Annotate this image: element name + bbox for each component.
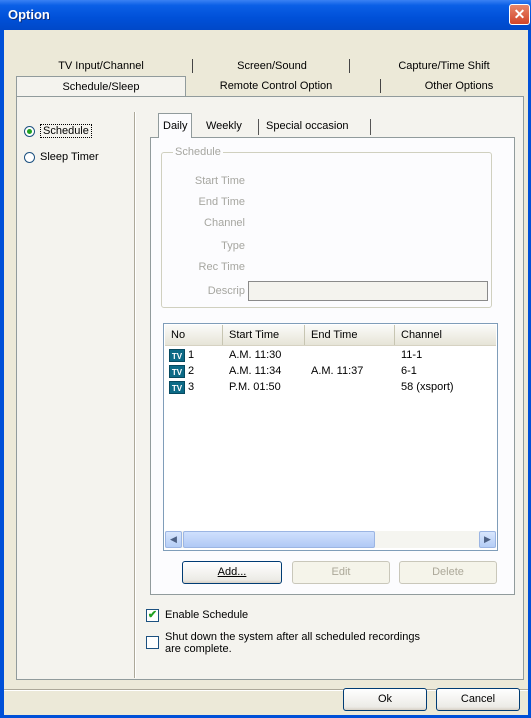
enable-schedule-label: Enable Schedule — [165, 609, 249, 621]
schedule-list[interactable]: No Start Time End Time Channel TV 1 A.M. … — [163, 323, 498, 551]
description-input[interactable] — [248, 281, 488, 301]
row-channel: 11-1 — [401, 349, 423, 361]
column-header-end-time[interactable]: End Time — [305, 325, 395, 345]
radio-selected-icon — [24, 125, 35, 137]
scrollbar-thumb[interactable] — [183, 531, 375, 548]
arrow-right-icon: ▶ — [484, 534, 491, 544]
start-time-label: Start Time — [194, 175, 245, 187]
horizontal-scrollbar[interactable]: ◀ ▶ — [165, 531, 496, 548]
checkbox-empty-icon — [146, 636, 159, 649]
delete-button[interactable]: Delete — [399, 561, 497, 584]
tab-special-occasion[interactable]: Special occasion — [262, 115, 353, 137]
vertical-divider — [134, 112, 136, 678]
shutdown-label: Shut down the system after all scheduled… — [165, 631, 420, 655]
window-title: Option — [8, 7, 50, 22]
row-no: 3 — [188, 381, 195, 393]
tab-other-options[interactable]: Other Options — [394, 76, 524, 96]
radio-unselected-icon — [24, 151, 35, 163]
type-label: Type — [221, 240, 245, 252]
list-item[interactable]: TV 3 P.M. 01:50 58 (xsport) — [165, 379, 496, 395]
close-button[interactable]: ✕ — [509, 4, 530, 25]
tv-icon: TV — [169, 380, 185, 394]
row-start-time: A.M. 11:30 — [229, 349, 282, 361]
row-start-time: P.M. 01:50 — [229, 381, 281, 393]
add-button[interactable]: Add... — [182, 561, 282, 584]
column-header-start-time[interactable]: Start Time — [223, 325, 305, 345]
tab-row-2: Schedule/Sleep Remote Control Option Oth… — [16, 76, 524, 96]
tab-schedule-sleep[interactable]: Schedule/Sleep — [16, 76, 186, 96]
edit-button[interactable]: Edit — [292, 561, 390, 584]
tab-separator — [370, 119, 371, 135]
radio-schedule-label: Schedule — [40, 124, 92, 138]
close-icon: ✕ — [513, 6, 526, 22]
shutdown-checkbox[interactable]: Shut down the system after all scheduled… — [146, 631, 420, 655]
column-header-no[interactable]: No — [165, 325, 223, 345]
scroll-right-button[interactable]: ▶ — [479, 531, 496, 548]
row-channel: 58 (xsport) — [401, 381, 454, 393]
tab-weekly[interactable]: Weekly — [202, 115, 246, 137]
tab-remote-control-option[interactable]: Remote Control Option — [196, 76, 356, 96]
option-dialog: Option ✕ TV Input/Channel Screen/Sound C… — [0, 0, 531, 718]
window-frame-left — [0, 30, 4, 718]
tv-icon: TV — [169, 348, 185, 362]
row-no: 2 — [188, 365, 195, 377]
tab-tv-input-channel[interactable]: TV Input/Channel — [36, 56, 166, 76]
radio-schedule[interactable]: Schedule — [24, 124, 92, 138]
radio-sleep-timer-label: Sleep Timer — [40, 151, 99, 163]
title-bar[interactable]: Option ✕ — [0, 0, 531, 30]
tab-separator — [349, 59, 350, 73]
ok-button[interactable]: Ok — [343, 688, 427, 711]
cancel-button[interactable]: Cancel — [436, 688, 520, 711]
arrow-left-icon: ◀ — [170, 534, 177, 544]
end-time-label: End Time — [198, 196, 245, 208]
tab-separator — [258, 119, 259, 135]
tab-screen-sound[interactable]: Screen/Sound — [202, 56, 342, 76]
rec-time-label: Rec Time — [198, 261, 245, 273]
enable-schedule-checkbox[interactable]: ✔ Enable Schedule — [146, 609, 248, 622]
tab-row-1: TV Input/Channel Screen/Sound Capture/Ti… — [16, 56, 524, 76]
row-start-time: A.M. 11:34 — [229, 365, 282, 377]
schedule-group-title: Schedule — [173, 146, 223, 158]
list-item[interactable]: TV 1 A.M. 11:30 11-1 — [165, 347, 496, 363]
column-header-channel[interactable]: Channel — [395, 325, 496, 345]
list-header: No Start Time End Time Channel — [165, 325, 496, 346]
row-end-time: A.M. 11:37 — [311, 365, 364, 377]
checkmark-icon: ✔ — [146, 609, 159, 622]
tab-separator — [380, 79, 381, 93]
radio-sleep-timer[interactable]: Sleep Timer — [24, 151, 99, 163]
tv-icon: TV — [169, 364, 185, 378]
tab-daily[interactable]: Daily — [158, 113, 193, 138]
tab-separator — [192, 59, 193, 73]
list-item[interactable]: TV 2 A.M. 11:34 A.M. 11:37 6-1 — [165, 363, 496, 379]
channel-label: Channel — [204, 217, 245, 229]
row-channel: 6-1 — [401, 365, 417, 377]
row-no: 1 — [188, 349, 195, 361]
tab-capture-time-shift[interactable]: Capture/Time Shift — [366, 56, 522, 76]
description-label: Descrip — [207, 285, 245, 297]
scroll-left-button[interactable]: ◀ — [165, 531, 182, 548]
